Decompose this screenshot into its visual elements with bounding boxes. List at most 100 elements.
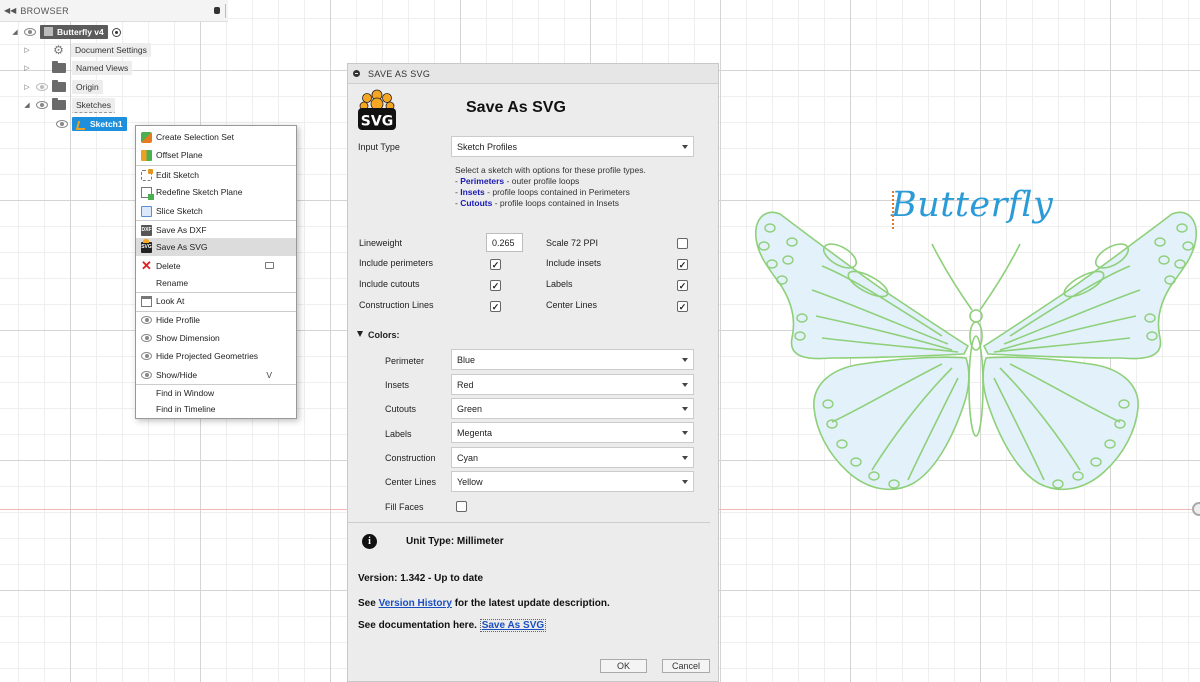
dropdown-caret-icon (682, 480, 688, 484)
tree-item-document-settings[interactable]: ▷ ⚙ Document Settings (22, 42, 151, 58)
svg-icon: SVG (141, 238, 152, 253)
scale-72-ppi-checkbox[interactable] (677, 238, 688, 249)
shortcut-key: V (266, 370, 272, 380)
include-insets-checkbox[interactable] (677, 259, 688, 270)
menu-item-save-as-dxf[interactable]: DXF Save As DXF (136, 221, 296, 239)
visibility-eye-icon[interactable] (24, 28, 36, 36)
construction-color-select[interactable]: Cyan (451, 447, 694, 468)
browser-title: BROWSER (20, 5, 69, 16)
menu-item-hide-projected-geometries[interactable]: Hide Projected Geometries (136, 347, 296, 365)
include-cutouts-label: Include cutouts (359, 279, 420, 289)
help-intro: Select a sketch with options for these p… (455, 165, 646, 175)
dropdown-caret-icon (682, 383, 688, 387)
help-desc: - profile loops contained in Perimeters (484, 187, 630, 197)
help-dash: - (455, 187, 458, 197)
dialog-titlebar[interactable]: SAVE AS SVG (348, 64, 718, 84)
lineweight-input[interactable]: 0.265 (486, 233, 523, 252)
cutouts-color-select[interactable]: Green (451, 398, 694, 419)
expand-triangle-icon[interactable]: ▷ (22, 46, 32, 54)
menu-item-delete[interactable]: ✕ Delete (136, 257, 296, 275)
butterfly-sketch[interactable] (752, 208, 1200, 493)
tree-item-document[interactable]: ◢ Butterfly v4 (10, 24, 121, 40)
tree-item-label: Butterfly v4 (40, 25, 108, 39)
pin-icon[interactable] (214, 7, 220, 14)
include-perimeters-checkbox[interactable] (490, 259, 501, 270)
visibility-eye-icon[interactable] (56, 120, 68, 128)
menu-item-save-as-svg[interactable]: SVG Save As SVG (136, 238, 296, 256)
menu-item-offset-plane[interactable]: Offset Plane (136, 146, 296, 164)
menu-item-show-hide[interactable]: Show/Hide V (136, 366, 296, 384)
expand-triangle-icon[interactable]: ▷ (22, 83, 32, 91)
center-lines-color-select[interactable]: Yellow (451, 471, 694, 492)
menu-item-slice-sketch[interactable]: Slice Sketch (136, 202, 296, 220)
labels-color-select[interactable]: Megenta (451, 422, 694, 443)
menu-item-show-dimension[interactable]: Show Dimension (136, 329, 296, 347)
select-value: Cyan (457, 453, 479, 463)
tree-item-named-views[interactable]: ▷ Named Views (22, 60, 133, 76)
visibility-eye-icon[interactable] (36, 83, 48, 91)
menu-item-rename[interactable]: Rename (136, 274, 296, 292)
dialog-divider (348, 522, 710, 523)
colors-section-header[interactable]: Colors: (357, 330, 400, 340)
menu-item-look-at[interactable]: Look At (136, 292, 296, 310)
tree-item-origin[interactable]: ▷ Origin (22, 79, 103, 95)
active-radio-icon[interactable] (111, 27, 121, 37)
menu-item-redefine-sketch-plane[interactable]: Redefine Sketch Plane (136, 183, 296, 201)
folder-icon (52, 98, 66, 110)
scale-72-ppi-label: Scale 72 PPI (546, 238, 599, 248)
include-cutouts-checkbox[interactable] (490, 280, 501, 291)
butterfly-outline (755, 211, 1197, 491)
insets-color-select[interactable]: Red (451, 374, 694, 395)
help-text: Select a sketch with options for these p… (455, 165, 646, 209)
menu-item-label: Show/Hide (156, 370, 198, 380)
fill-faces-checkbox[interactable] (456, 501, 467, 512)
dropdown-caret-icon (682, 358, 688, 362)
visibility-eye-icon[interactable] (36, 101, 48, 109)
help-dash: - (455, 176, 458, 186)
documentation-link[interactable]: Save As SVG (479, 619, 547, 632)
center-lines-checkbox[interactable] (677, 301, 688, 312)
history-prefix: See (358, 598, 379, 609)
menu-item-edit-sketch[interactable]: Edit Sketch (136, 166, 296, 184)
menu-item-label: Show Dimension (156, 333, 220, 343)
eye-icon-shape (141, 334, 152, 342)
tree-item-sketches[interactable]: ◢ Sketches (22, 97, 115, 113)
select-value: Green (457, 404, 483, 414)
menu-item-label: Edit Sketch (156, 170, 199, 180)
labels-checkbox[interactable] (677, 280, 688, 291)
construction-lines-checkbox[interactable] (490, 301, 501, 312)
version-history-link[interactable]: Version History (379, 598, 452, 609)
menu-item-hide-profile[interactable]: Hide Profile (136, 311, 296, 329)
input-type-select[interactable]: Sketch Profiles (451, 136, 694, 157)
panel-divider (225, 4, 226, 18)
help-term: Perimeters (460, 176, 505, 186)
help-term: Insets (460, 187, 485, 197)
perimeter-color-select[interactable]: Blue (451, 349, 694, 370)
menu-item-find-in-timeline[interactable]: Find in Timeline (136, 400, 296, 418)
collapse-triangle-icon[interactable]: ◢ (10, 28, 20, 36)
ok-button[interactable]: OK (600, 659, 647, 673)
collapse-browser-icon[interactable]: ◀◀ (4, 6, 16, 15)
menu-item-label: Slice Sketch (156, 206, 203, 216)
collapse-dialog-icon[interactable] (353, 70, 360, 77)
menu-item-label: Offset Plane (156, 150, 203, 160)
collapse-triangle-icon[interactable]: ◢ (22, 101, 32, 109)
help-line-cutouts: - Cutouts - profile loops contained in I… (455, 198, 646, 209)
menu-item-label: Save As SVG (156, 242, 208, 252)
menu-item-label: Delete (156, 261, 181, 271)
svg-logo-icon: SVG (358, 89, 396, 130)
colors-header-label: Colors: (368, 330, 400, 340)
view-orbit-handle[interactable] (1192, 502, 1200, 516)
menu-item-create-selection-set[interactable]: Create Selection Set (136, 128, 296, 146)
tree-item-label: Sketches (72, 97, 115, 113)
center-lines-label: Center Lines (546, 300, 598, 310)
select-value: Blue (457, 355, 476, 365)
labels-color-label: Labels (385, 429, 412, 439)
offset-plane-icon (141, 149, 152, 161)
cancel-button[interactable]: Cancel (662, 659, 710, 673)
dxf-icon: DXF (141, 224, 152, 236)
tree-item-sketch1[interactable]: Sketch1 (52, 116, 127, 132)
expand-triangle-icon[interactable]: ▷ (22, 64, 32, 72)
help-dash: - (455, 198, 458, 208)
docs-prefix: See documentation here. (358, 620, 480, 631)
